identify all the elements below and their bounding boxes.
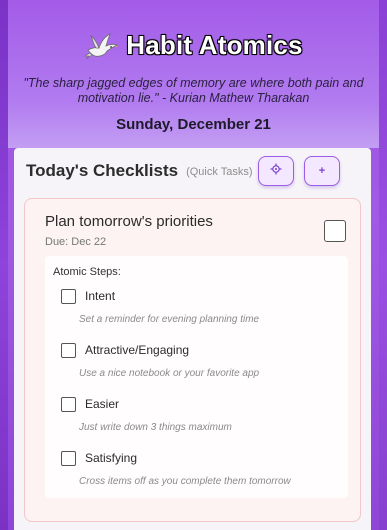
- step-title: Attractive/Engaging: [85, 343, 190, 357]
- app-title-row: Habit Atomics: [8, 30, 379, 61]
- step-item-easier: Easier Just write down 3 things maximum: [45, 397, 348, 451]
- atomic-steps-label: Atomic Steps:: [53, 266, 121, 278]
- step-item-intent: Intent Set a reminder for evening planni…: [45, 289, 348, 343]
- checklists-panel: Today's Checklists (Quick Tasks) + Plan …: [14, 148, 371, 530]
- habit-card: Plan tomorrow's priorities Due: Dec 22 A…: [24, 198, 361, 522]
- checklists-subtitle: (Quick Tasks): [186, 166, 253, 178]
- step-description: Cross items off as you complete them tom…: [79, 476, 291, 487]
- window-frame-right: [379, 0, 387, 530]
- step-description: Just write down 3 things maximum: [79, 422, 232, 433]
- habit-checkbox[interactable]: [324, 220, 346, 242]
- checklists-title: Today's Checklists: [26, 161, 179, 180]
- habit-name: Plan tomorrow's priorities: [45, 213, 213, 230]
- step-title: Satisfying: [85, 451, 138, 465]
- step-description: Set a reminder for evening planning time: [79, 314, 260, 325]
- step-title: Intent: [85, 289, 116, 303]
- step-description: Use a nice notebook or your favorite app: [79, 368, 260, 379]
- add-label: +: [318, 164, 326, 177]
- add-task-button[interactable]: +: [304, 156, 340, 186]
- step-checkbox[interactable]: [61, 451, 76, 466]
- current-date: Sunday, December 21: [116, 116, 271, 133]
- step-checkbox[interactable]: [61, 343, 76, 358]
- dove-icon: [84, 32, 119, 60]
- step-checkbox[interactable]: [61, 289, 76, 304]
- step-item-satisfying: Satisfying Cross items off as you comple…: [45, 451, 348, 505]
- checklists-header: Today's Checklists (Quick Tasks) +: [26, 156, 371, 186]
- step-checkbox[interactable]: [61, 397, 76, 412]
- settings-button[interactable]: [258, 156, 294, 186]
- gear-icon: [270, 162, 282, 180]
- app-header: Habit Atomics "The sharp jagged edges of…: [8, 0, 379, 148]
- atomic-steps-box: Atomic Steps: Intent Set a reminder for …: [45, 256, 348, 498]
- app-title: Habit Atomics: [126, 30, 303, 60]
- window-frame-left: [0, 0, 8, 530]
- habit-due-date: Due: Dec 22: [45, 236, 107, 248]
- motivational-quote: "The sharp jagged edges of memory are wh…: [23, 76, 364, 105]
- step-item-attractive: Attractive/Engaging Use a nice notebook …: [45, 343, 348, 397]
- step-title: Easier: [85, 397, 120, 411]
